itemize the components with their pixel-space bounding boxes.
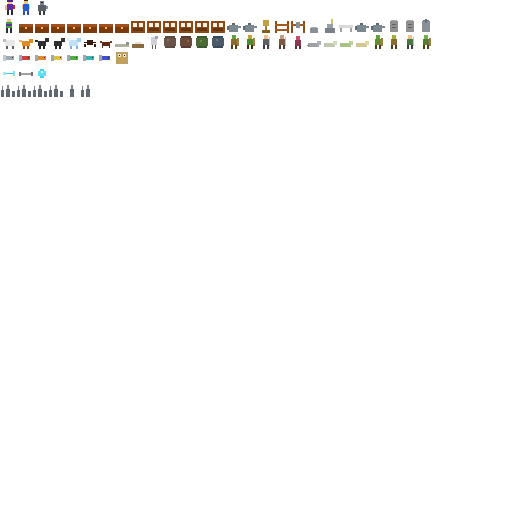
owl-sprite bbox=[114, 50, 130, 66]
chest-sprite bbox=[114, 18, 130, 34]
stone-sprite bbox=[306, 18, 322, 34]
fence-sprite bbox=[274, 18, 290, 34]
chest-sprite bbox=[98, 18, 114, 34]
fish-yellow-sprite bbox=[50, 50, 66, 66]
soldier-sprite bbox=[258, 34, 274, 50]
teapot-sprite bbox=[242, 18, 258, 34]
trophy-sprite bbox=[258, 18, 274, 34]
goblin-sprite bbox=[418, 34, 434, 50]
spike-single-sprite bbox=[64, 82, 80, 98]
spikes-sprite bbox=[80, 82, 96, 98]
chest-sprite bbox=[66, 18, 82, 34]
bush-sprite bbox=[194, 34, 210, 50]
slug-sprite bbox=[354, 34, 370, 50]
teapot-sprite bbox=[370, 18, 386, 34]
goblin-sprite bbox=[242, 34, 258, 50]
goblin-sprite bbox=[370, 34, 386, 50]
boulder-sprite bbox=[210, 34, 226, 50]
sheep-sprite bbox=[2, 34, 18, 50]
spider-sprite bbox=[82, 34, 98, 50]
goblin-sprite bbox=[226, 34, 242, 50]
fox-sprite bbox=[18, 34, 34, 50]
chest-sprite bbox=[82, 18, 98, 34]
ice-wolf-sprite bbox=[66, 34, 82, 50]
cabinet-sprite bbox=[130, 18, 146, 34]
fish-blue-sprite bbox=[98, 50, 114, 66]
row-characters bbox=[2, 0, 50, 16]
spikes-sprite bbox=[0, 82, 16, 98]
statue-sprite bbox=[322, 18, 338, 34]
cabinet-sprite bbox=[178, 18, 194, 34]
cabinet-sprite bbox=[194, 18, 210, 34]
cabinet-sprite bbox=[162, 18, 178, 34]
fish-red-sprite bbox=[18, 50, 34, 66]
boulder-sprite bbox=[162, 34, 178, 50]
fence-sprite bbox=[290, 18, 306, 34]
spikes-sprite bbox=[16, 82, 32, 98]
teapot-sprite bbox=[354, 18, 370, 34]
soldier-sprite bbox=[274, 34, 290, 50]
boulder-sprite bbox=[178, 34, 194, 50]
cabinet-sprite bbox=[146, 18, 162, 34]
slug-sprite bbox=[338, 34, 354, 50]
teapot-sprite bbox=[226, 18, 242, 34]
bone-sprite bbox=[18, 66, 34, 82]
dog-sprite bbox=[34, 34, 50, 50]
cabinet-sprite bbox=[210, 18, 226, 34]
knight-gray-sprite bbox=[34, 0, 50, 16]
hero-small-sprite bbox=[2, 18, 18, 34]
crab-sprite bbox=[98, 34, 114, 50]
row-fish bbox=[2, 50, 130, 66]
rat-sprite bbox=[290, 34, 306, 50]
hero-mage-sprite bbox=[2, 0, 18, 16]
tombstone-sprite bbox=[402, 18, 418, 34]
tombstone-sprite bbox=[418, 18, 434, 34]
nest-sprite bbox=[130, 34, 146, 50]
row-creatures bbox=[2, 34, 434, 50]
fish-teal-sprite bbox=[82, 50, 98, 66]
villager-blue-sprite bbox=[18, 0, 34, 16]
worm-sprite bbox=[114, 34, 130, 50]
fish-green-sprite bbox=[66, 50, 82, 66]
row-props bbox=[2, 18, 434, 34]
goblin-sprite bbox=[386, 34, 402, 50]
spikes-sprite bbox=[32, 82, 48, 98]
bench-sprite bbox=[338, 18, 354, 34]
arrow-cyan-sprite bbox=[2, 66, 18, 82]
rat-sprite bbox=[306, 34, 322, 50]
row-projectiles bbox=[2, 66, 50, 82]
row-terrain bbox=[0, 82, 96, 98]
chest-sprite bbox=[18, 18, 34, 34]
dog-sprite bbox=[50, 34, 66, 50]
slug-sprite bbox=[322, 34, 338, 50]
spikes-sprite bbox=[48, 82, 64, 98]
bird-sprite bbox=[146, 34, 162, 50]
soldier-sprite bbox=[402, 34, 418, 50]
tombstone-sprite bbox=[386, 18, 402, 34]
gem-cyan-sprite bbox=[34, 66, 50, 82]
fish-orange-sprite bbox=[34, 50, 50, 66]
fish-gray-sprite bbox=[2, 50, 18, 66]
sprite-sheet bbox=[0, 0, 512, 512]
chest-sprite bbox=[34, 18, 50, 34]
chest-sprite bbox=[50, 18, 66, 34]
